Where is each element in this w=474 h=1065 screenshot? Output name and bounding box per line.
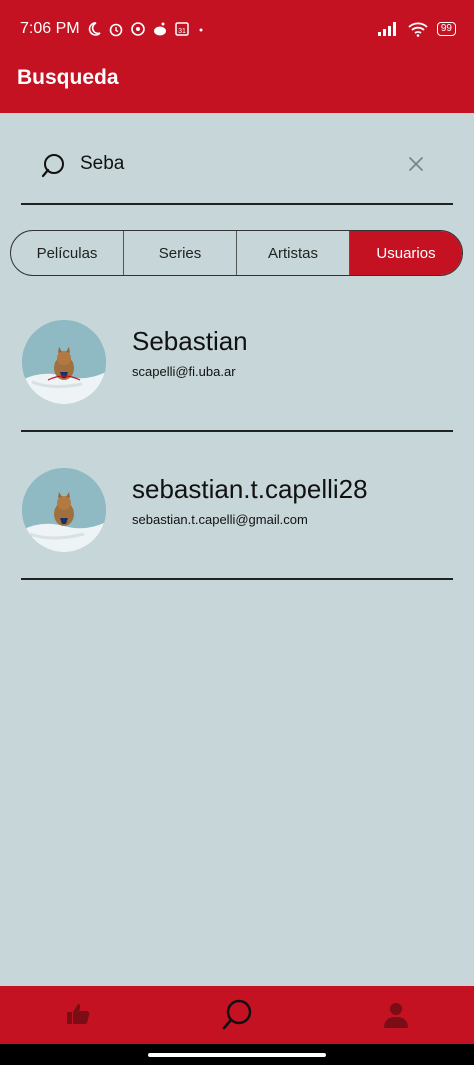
tab-usuarios[interactable]: Usuarios [350,231,462,275]
svg-text:31: 31 [178,28,186,35]
app-bar: 7:06 PM 31 99 Busqueda [0,0,474,113]
category-tabs: Películas Series Artistas Usuarios [10,230,463,276]
tab-peliculas[interactable]: Películas [11,231,124,275]
search-underline [21,203,453,205]
user-name: sebastian.t.capelli28 [132,474,368,504]
tab-series[interactable]: Series [124,231,237,275]
search-input[interactable]: Seba [80,153,124,175]
list-item[interactable]: Sebastian scapelli@fi.uba.ar [21,320,453,430]
user-email: sebastian.t.capelli@gmail.com [132,512,308,527]
status-bar: 7:06 PM 31 99 [20,18,456,40]
user-email: scapelli@fi.uba.ar [132,364,236,379]
page-title: Busqueda [17,66,119,89]
calendar-icon: 31 [174,22,189,36]
reddit-icon [153,22,166,36]
search-icon [39,152,67,185]
profile-icon[interactable] [381,1000,411,1035]
home-indicator[interactable] [148,1053,326,1057]
status-time: 7:06 PM [20,20,80,37]
divider [21,430,453,432]
thumbs-up-icon[interactable] [64,1000,92,1033]
tab-artistas[interactable]: Artistas [237,231,350,275]
battery-icon: 99 [436,22,456,36]
alarm-icon [109,23,122,37]
list-item[interactable]: sebastian.t.capelli28 sebastian.t.capell… [21,468,453,578]
whatsapp-icon [130,22,145,36]
bottom-nav [0,986,474,1044]
gesture-bar [0,1044,474,1065]
search-bar: Seba [21,145,453,203]
moon-icon [88,22,101,36]
divider [21,578,453,580]
wifi-icon [408,22,428,37]
search-icon[interactable] [220,998,254,1037]
dot-icon [199,28,203,32]
clear-icon[interactable] [407,155,425,178]
avatar [22,468,106,552]
signal-icon [377,22,396,36]
avatar [22,320,106,404]
battery-level: 99 [440,23,452,34]
user-name: Sebastian [132,326,248,356]
